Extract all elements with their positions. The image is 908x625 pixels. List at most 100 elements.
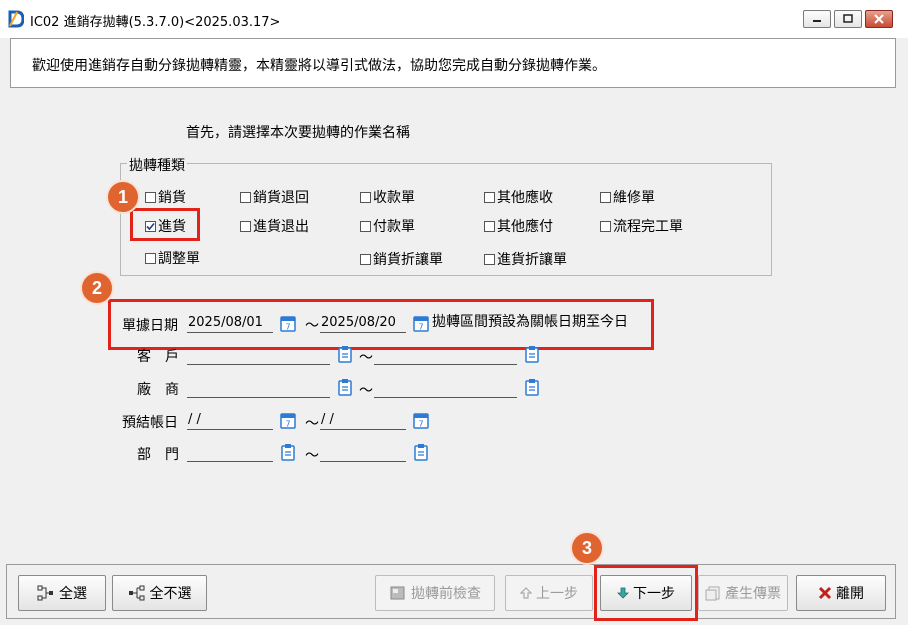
close-date-to-field[interactable]: / / — [320, 410, 406, 430]
checkbox-box[interactable] — [145, 253, 156, 264]
checkbox-label: 銷貨折讓單 — [373, 252, 443, 268]
step-marker-2: 2 — [80, 271, 114, 305]
checkbox-box[interactable] — [360, 192, 371, 203]
checkbox-box[interactable] — [484, 254, 495, 265]
checkbox-label: 流程完工單 — [613, 219, 683, 235]
maximize-button[interactable] — [834, 10, 862, 28]
customer-from-field[interactable] — [187, 345, 330, 365]
checkbox-box[interactable] — [360, 221, 371, 232]
minimize-icon — [813, 20, 821, 22]
checkbox-sales-allowance[interactable]: 銷貨折讓單 — [360, 251, 443, 269]
generate-voucher-button[interactable]: 產生傳票 — [698, 575, 788, 611]
arrow-up-icon — [520, 587, 532, 599]
checkbox-purchase-return[interactable]: 進貨退出 — [240, 218, 309, 236]
checkbox-box[interactable] — [240, 221, 251, 232]
vendor-label: 廠 商 — [137, 382, 179, 398]
lookup-icon[interactable] — [337, 378, 353, 396]
checkbox-box[interactable] — [145, 192, 156, 203]
checkbox-box[interactable] — [484, 192, 495, 203]
range-separator: ～ — [305, 318, 319, 334]
select-none-button[interactable]: 全不選 — [112, 575, 207, 611]
close-button[interactable] — [865, 10, 893, 28]
calendar-icon[interactable]: 7 — [280, 411, 296, 429]
precheck-button[interactable]: 拋轉前檢查 — [375, 575, 495, 611]
lookup-icon[interactable] — [524, 345, 540, 363]
checkbox-box[interactable] — [484, 221, 495, 232]
checkbox-label: 銷貨 — [158, 190, 186, 206]
precheck-icon — [390, 586, 405, 600]
checkbox-purchase-allowance[interactable]: 進貨折讓單 — [484, 251, 567, 269]
customer-to-field[interactable] — [374, 345, 517, 365]
calendar-icon[interactable]: 7 — [413, 314, 429, 332]
close-date-from-field[interactable]: / / — [187, 410, 273, 430]
dept-label: 部 門 — [137, 447, 179, 463]
step-marker-1: 1 — [106, 180, 140, 214]
checkbox-repair[interactable]: 維修單 — [600, 189, 655, 207]
close-icon — [874, 14, 884, 24]
checkbox-label: 調整單 — [158, 251, 200, 267]
range-separator: ～ — [305, 448, 319, 464]
highlight-box-purchase — [130, 208, 200, 241]
checkbox-process-completion[interactable]: 流程完工單 — [600, 218, 683, 236]
range-separator: ～ — [359, 350, 373, 366]
checkbox-receipt[interactable]: 收款單 — [360, 189, 415, 207]
checkbox-label: 銷貨退回 — [253, 190, 309, 206]
date-range-note: 拋轉區間預設為關帳日期至今日 — [432, 314, 628, 330]
calendar-icon[interactable]: 7 — [413, 411, 429, 429]
svg-text:7: 7 — [285, 420, 290, 429]
close-x-icon — [818, 586, 832, 600]
checkbox-payment[interactable]: 付款單 — [360, 218, 415, 236]
button-label: 拋轉前檢查 — [411, 586, 481, 602]
lookup-icon[interactable] — [524, 378, 540, 396]
dept-to-field[interactable] — [320, 442, 406, 462]
voucher-icon — [705, 586, 720, 601]
dept-from-field[interactable] — [187, 442, 273, 462]
select-all-button[interactable]: 全選 — [18, 575, 106, 611]
window-title: IC02 進銷存拋轉(5.3.7.0)<2025.03.17> — [30, 15, 281, 30]
customer-label: 客 戶 — [137, 349, 179, 365]
vendor-from-field[interactable] — [187, 378, 330, 398]
calendar-icon[interactable]: 7 — [280, 314, 296, 332]
exit-button[interactable]: 離開 — [796, 575, 886, 611]
checkbox-box[interactable] — [240, 192, 251, 203]
checkbox-other-payable[interactable]: 其他應付 — [484, 218, 553, 236]
lookup-icon[interactable] — [413, 443, 429, 461]
maximize-icon — [843, 14, 853, 23]
prompt-text: 首先，請選擇本次要拋轉的作業名稱 — [186, 125, 410, 141]
highlight-box-next-step — [594, 565, 698, 621]
button-label: 產生傳票 — [725, 586, 781, 602]
svg-text:7: 7 — [285, 323, 290, 332]
checkbox-box[interactable] — [600, 192, 611, 203]
checkbox-box[interactable] — [360, 254, 371, 265]
button-label: 全選 — [59, 586, 87, 602]
range-separator: ～ — [359, 383, 373, 399]
button-label: 全不選 — [149, 586, 192, 602]
checkbox-sales[interactable]: 銷貨 — [145, 189, 186, 207]
prev-step-button[interactable]: 上一步 — [505, 575, 593, 611]
select-all-icon — [37, 585, 53, 601]
doc-date-label: 單據日期 — [122, 318, 178, 334]
vendor-to-field[interactable] — [374, 378, 517, 398]
button-label: 上一步 — [536, 586, 578, 602]
checkbox-other-receivable[interactable]: 其他應收 — [484, 189, 553, 207]
step-marker-3: 3 — [570, 531, 604, 565]
doc-date-to-field[interactable]: 2025/08/20 — [320, 313, 406, 333]
checkbox-label: 付款單 — [373, 219, 415, 235]
checkbox-sales-return[interactable]: 銷貨退回 — [240, 189, 309, 207]
close-date-label: 預結帳日 — [122, 415, 178, 431]
doc-date-from-field[interactable]: 2025/08/01 — [187, 313, 273, 333]
lookup-icon[interactable] — [337, 345, 353, 363]
checkbox-adjustment[interactable]: 調整單 — [145, 250, 200, 268]
checkbox-label: 其他應付 — [497, 219, 553, 235]
button-label: 離開 — [836, 586, 864, 602]
minimize-button[interactable] — [803, 10, 831, 28]
checkbox-label: 進貨折讓單 — [497, 252, 567, 268]
checkbox-label: 進貨退出 — [253, 219, 309, 235]
svg-text:7: 7 — [418, 323, 423, 332]
lookup-icon[interactable] — [280, 443, 296, 461]
checkbox-label: 其他應收 — [497, 190, 553, 206]
svg-text:7: 7 — [418, 420, 423, 429]
intro-text: 歡迎使用進銷存自動分錄拋轉精靈，本精靈將以導引式做法，協助您完成自動分錄拋轉作業… — [32, 58, 606, 74]
group-legend: 拋轉種類 — [127, 155, 187, 175]
checkbox-box[interactable] — [600, 221, 611, 232]
